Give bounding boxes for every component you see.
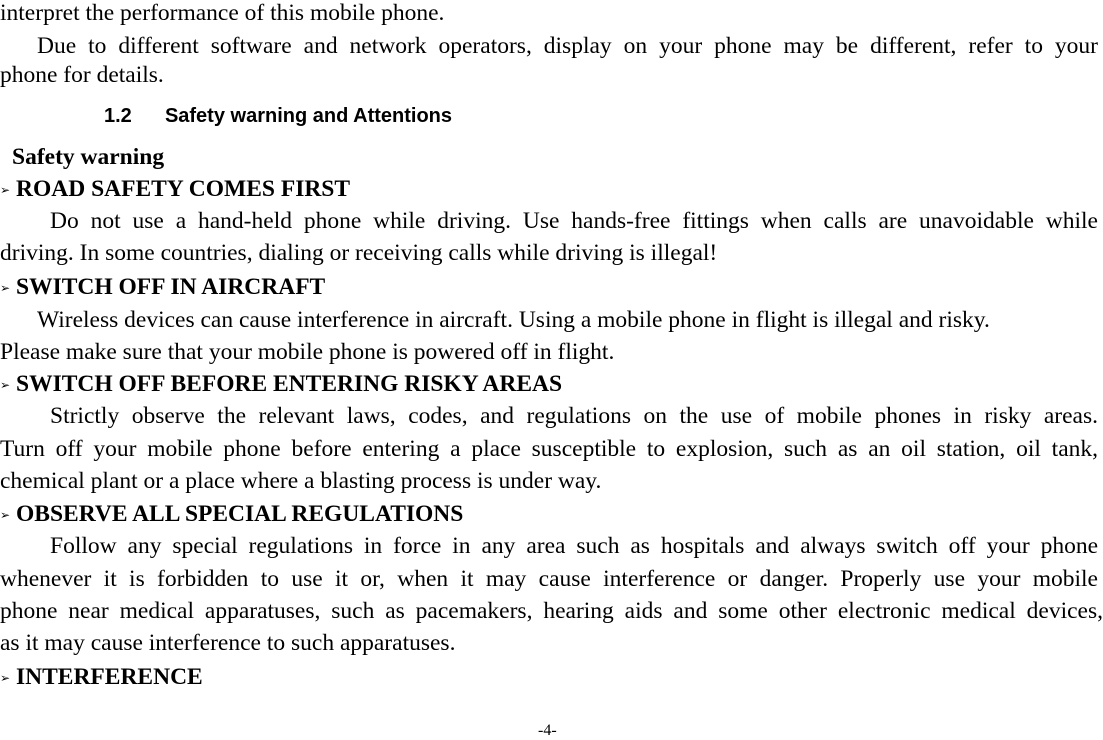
- arrowhead-right-icon: ➢: [0, 378, 11, 392]
- arrowhead-right-icon: ➢: [0, 671, 11, 685]
- intro-text: interpret the performance of this mobile…: [0, 0, 445, 26]
- intro-paragraph-line: Due to different software and network op…: [37, 33, 1098, 59]
- intro-paragraph-line: phone for details.: [0, 62, 164, 88]
- warning-text-line: Do not use a hand-held phone while drivi…: [50, 208, 1098, 234]
- warning-text-line: whenever it is forbidden to use it or, w…: [0, 566, 1098, 592]
- warning-title: ➢ ROAD SAFETY COMES FIRST: [0, 176, 351, 202]
- warning-title: ➢ SWITCH OFF IN AIRCRAFT: [0, 274, 326, 300]
- warning-text-line: Strictly observe the relevant laws, code…: [50, 403, 1098, 429]
- warning-text-line: driving. In some countries, dialing or r…: [0, 240, 718, 266]
- arrowhead-right-icon: ➢: [0, 508, 11, 522]
- arrowhead-right-icon: ➢: [0, 183, 11, 197]
- warning-text-line: as it may cause interference to such app…: [0, 630, 456, 656]
- warning-text-line: chemical plant or a place where a blasti…: [0, 468, 602, 494]
- warning-text-line: Follow any special regulations in force …: [50, 533, 1098, 559]
- warning-text-line: phone near medical apparatuses, such as …: [0, 598, 1103, 624]
- warning-title: ➢ INTERFERENCE: [0, 664, 203, 690]
- subheading: Safety warning: [12, 144, 165, 170]
- warning-title: ➢ OBSERVE ALL SPECIAL REGULATIONS: [0, 501, 464, 527]
- section-number: 1.2: [104, 105, 132, 127]
- page-number: -4-: [538, 722, 557, 739]
- section-heading: 1.2 Safety warning and Attentions: [104, 104, 452, 128]
- warning-text-line: Wireless devices can cause interference …: [37, 307, 990, 333]
- section-title: Safety warning and Attentions: [164, 105, 452, 127]
- arrowhead-right-icon: ➢: [0, 281, 11, 295]
- warning-text-line: Please make sure that your mobile phone …: [0, 339, 615, 365]
- warning-text-line: Turn off your mobile phone before enteri…: [0, 436, 1098, 462]
- warning-title: ➢ SWITCH OFF BEFORE ENTERING RISKY AREAS: [0, 371, 563, 397]
